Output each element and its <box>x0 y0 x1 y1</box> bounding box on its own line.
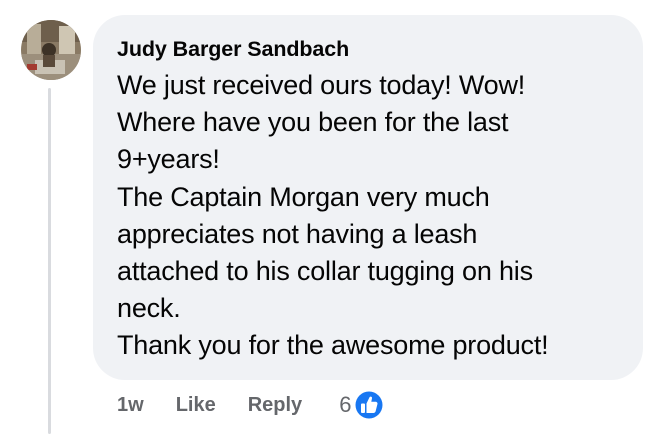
comment-text-line: The Captain Morgan very much <box>117 181 490 212</box>
reaction-count: 6 <box>339 392 352 417</box>
thumbs-up-icon <box>353 389 385 421</box>
avatar[interactable] <box>21 20 81 80</box>
comment-text-line: Where have you been for the last <box>117 107 509 138</box>
comment-text-line: appreciates not having a leash <box>117 218 478 249</box>
comment-body: We just received ours today! Wow! Where … <box>117 67 623 365</box>
comment-text-line: attached to his collar tugging on his <box>117 256 533 287</box>
comment-bubble: Judy Barger Sandbach We just received ou… <box>93 15 643 380</box>
comment-author-name[interactable]: Judy Barger Sandbach <box>117 35 623 63</box>
reaction-summary[interactable]: 6 <box>339 389 385 421</box>
comment-timestamp[interactable]: 1w <box>117 394 144 417</box>
like-button[interactable]: Like <box>176 394 216 417</box>
thread-connector-line <box>48 88 51 434</box>
comment-text-line: We just received ours today! Wow! <box>117 70 526 100</box>
comment-text-line: neck. <box>117 293 181 324</box>
avatar-photo <box>21 20 81 80</box>
comment-text-line: 9+years! <box>117 144 220 175</box>
comment-actions-bar: 1w Like Reply 6 <box>117 388 385 422</box>
reply-button[interactable]: Reply <box>248 394 302 417</box>
comment-text-line: Thank you for the awesome product! <box>117 330 549 361</box>
